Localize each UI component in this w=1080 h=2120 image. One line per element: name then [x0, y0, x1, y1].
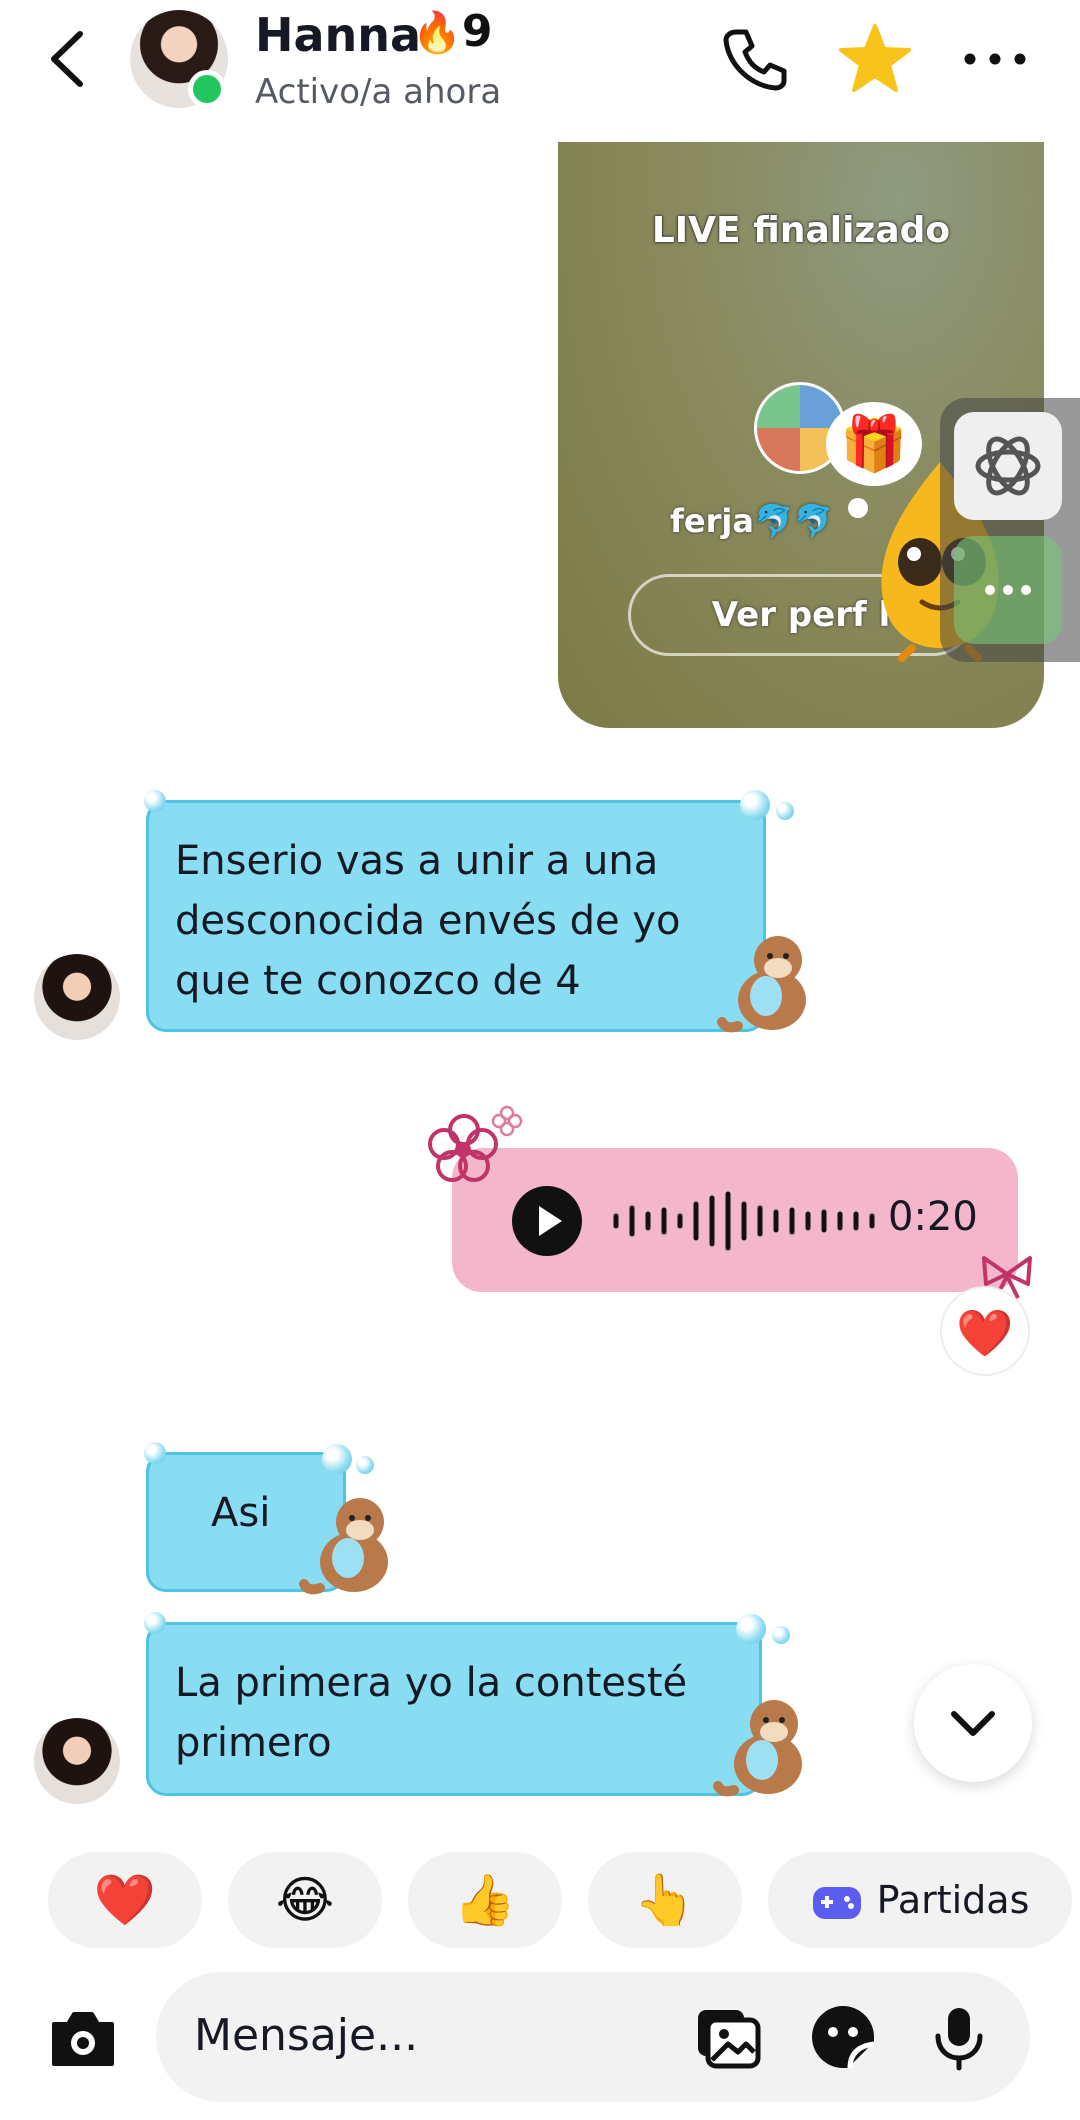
message-text: Asi [211, 1490, 271, 1536]
games-button[interactable]: Partidas [768, 1852, 1072, 1948]
floating-assistant-widget[interactable] [940, 398, 1080, 662]
pearl-decoration [740, 790, 770, 820]
microphone-icon[interactable] [924, 2002, 994, 2072]
message-input[interactable]: Mensaje... [194, 2010, 418, 2061]
streak-count: 9 [461, 6, 493, 57]
message-text: Enserio vas a unir a una desconocida env… [175, 838, 681, 1004]
flame-icon: 🔥 [412, 10, 462, 56]
sender-avatar[interactable] [34, 954, 120, 1040]
heart-reaction-badge[interactable]: ❤️ [940, 1286, 1030, 1376]
message-composer[interactable]: Mensaje... [156, 1972, 1030, 2102]
quick-reaction-thumbs-up[interactable]: 👍 [408, 1852, 562, 1948]
more-options-icon[interactable] [958, 22, 1032, 96]
play-icon [539, 1206, 562, 1236]
openai-logo-icon [975, 436, 1041, 496]
sticker-emoji-icon[interactable] [808, 2002, 878, 2072]
quick-reaction-heart[interactable]: ❤️ [48, 1852, 202, 1948]
typing-dots-icon [985, 585, 1031, 595]
pearl-decoration [144, 1442, 166, 1464]
audio-waveform-icon [613, 1191, 875, 1251]
message-bubble[interactable]: Enserio vas a unir a una desconocida env… [146, 800, 766, 1032]
phone-icon[interactable] [718, 22, 792, 96]
pearl-decoration [776, 802, 794, 820]
otter-sticker-icon [299, 1498, 388, 1595]
voice-duration: 0:20 [888, 1194, 978, 1240]
otter-sticker-icon [717, 936, 806, 1033]
star-icon[interactable] [838, 22, 912, 96]
contact-status: Activo/a ahora [255, 72, 502, 112]
thought-dot [848, 498, 868, 518]
pearl-decoration [144, 1612, 166, 1634]
camera-icon[interactable] [46, 2002, 120, 2076]
assistant-button[interactable] [954, 412, 1062, 520]
live-username: ferja🐬🐬 [670, 502, 834, 540]
streak-badge[interactable]: 🔥9 [412, 6, 492, 57]
play-button[interactable] [512, 1186, 582, 1256]
gallery-icon[interactable] [692, 2002, 762, 2072]
back-arrow-icon[interactable] [40, 26, 96, 92]
quick-reaction-laugh[interactable]: 😂 [228, 1852, 382, 1948]
live-title: LIVE finalizado [651, 210, 951, 251]
quick-reaction-point-up[interactable]: 👆 [588, 1852, 742, 1948]
pearl-decoration [322, 1444, 352, 1474]
online-status-dot [188, 70, 226, 108]
message-text: La primera yo la contesté primero [175, 1660, 688, 1766]
gamepad-icon [812, 1886, 861, 1919]
pearl-decoration [772, 1626, 790, 1644]
assistant-chat-button[interactable] [954, 536, 1062, 644]
contact-name[interactable]: Hanna [255, 8, 421, 62]
chevron-down-icon [951, 1711, 995, 1736]
pearl-decoration [356, 1456, 374, 1474]
voice-message-bubble[interactable]: 0:20 [452, 1148, 1018, 1292]
pearl-decoration [144, 790, 166, 812]
small-flower-icon [491, 1105, 523, 1137]
sender-avatar[interactable] [34, 1718, 120, 1804]
message-bubble[interactable]: La primera yo la contesté primero [146, 1622, 762, 1796]
games-label: Partidas [876, 1878, 1030, 1922]
otter-sticker-icon [713, 1700, 802, 1797]
pearl-decoration [736, 1614, 766, 1644]
scroll-to-bottom-button[interactable] [914, 1664, 1032, 1782]
chat-header: Hanna 🔥9 Activo/a ahora [0, 0, 1080, 130]
